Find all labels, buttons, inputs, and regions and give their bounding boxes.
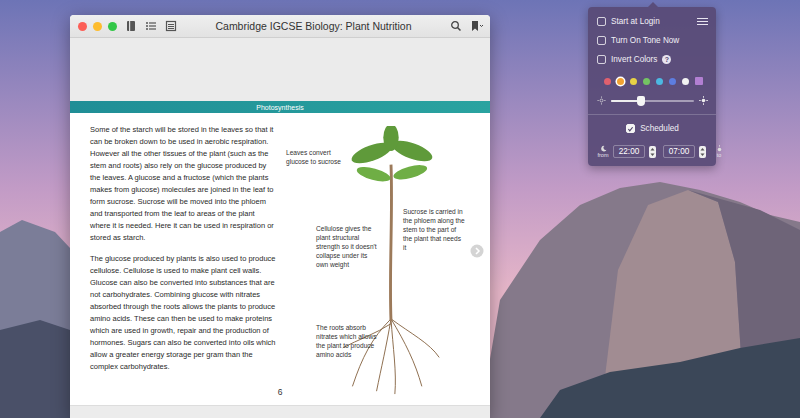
menu-icon[interactable] [697,18,708,25]
zoom-button[interactable] [108,22,117,31]
schedule-label: Scheduled [640,124,679,133]
page-number: 6 [70,383,490,405]
schedule-checkbox[interactable] [626,124,635,133]
option-row: Start at Login [597,14,708,29]
schedule-row: Scheduled [597,121,708,136]
help-button[interactable]: ? [662,55,671,64]
toolbar-right [450,20,484,32]
figure-label: Leaves convert glucose to sucrose [286,148,352,166]
color-swatch[interactable] [604,78,611,85]
search-icon[interactable] [450,20,462,32]
text-column: Some of the starch will be stored in the… [90,124,276,383]
bright-sun-icon [699,96,708,105]
option-checkbox[interactable] [597,17,606,26]
from-time-field[interactable]: 22:00 [613,145,645,158]
to-stepper-icon[interactable] [699,146,706,158]
option-checkbox[interactable] [597,55,606,64]
library-icon[interactable] [125,20,137,32]
color-swatch[interactable] [695,77,703,85]
color-swatch[interactable] [643,78,650,85]
sunrise-icon [715,145,724,152]
figure-label: Cellulose gives the plant structural str… [316,224,380,269]
divider [588,114,716,115]
bookmark-icon[interactable] [470,20,484,32]
dim-sun-icon [597,96,606,105]
option-label: Start at Login [611,17,660,26]
figure-label: Sucrose is carried in the phloem along t… [403,207,465,252]
color-swatch[interactable] [617,78,624,85]
option-row: Invert Colors ? [597,52,708,67]
color-swatches [597,71,708,89]
window-footer [70,405,490,418]
slider-thumb[interactable] [637,96,645,106]
color-swatch[interactable] [656,78,663,85]
title-bar: Cambridge IGCSE Biology: Plant Nutrition [70,15,490,38]
to-marker: to [713,145,725,158]
color-swatch[interactable] [630,78,637,85]
page-header [70,38,490,101]
toolbar [125,20,177,32]
from-marker: from [597,145,609,158]
time-row: from 22:00 07:00 to [597,140,708,158]
plant-figure: Leaves convert glucose to sucrose Sucrose… [286,124,490,383]
option-label: Turn On Tone Now [611,36,679,45]
next-page-icon[interactable] [470,244,484,258]
color-swatch[interactable] [682,78,689,85]
reader-window: Cambridge IGCSE Biology: Plant Nutrition… [70,15,490,418]
brightness-row [597,93,708,110]
to-time-field[interactable]: 07:00 [663,145,695,158]
figure-label: The roots absorb nitrates which allows t… [316,323,384,359]
popup-caret [648,2,658,7]
from-stepper-icon[interactable] [649,146,656,158]
paragraph: Some of the starch will be stored in the… [90,124,276,244]
option-label: Invert Colors [611,55,657,64]
window-controls [78,22,117,31]
notes-icon[interactable] [165,20,177,32]
paragraph: The glucose produced by plants is also u… [90,253,276,373]
tone-popup: Start at Login Turn On Tone Now Invert C… [588,7,716,166]
close-button[interactable] [78,22,87,31]
option-checkbox[interactable] [597,36,606,45]
desktop: Cambridge IGCSE Biology: Plant Nutrition… [0,0,800,418]
moon-icon [599,145,608,152]
section-band: Photosynthesis [70,101,490,113]
color-swatch[interactable] [669,78,676,85]
contents-list-icon[interactable] [145,20,157,32]
minimize-button[interactable] [93,22,102,31]
brightness-slider[interactable] [611,100,694,102]
option-row: Turn On Tone Now [597,33,708,48]
book-page: Some of the starch will be stored in the… [70,113,490,405]
window-title: Cambridge IGCSE Biology: Plant Nutrition [185,20,442,32]
